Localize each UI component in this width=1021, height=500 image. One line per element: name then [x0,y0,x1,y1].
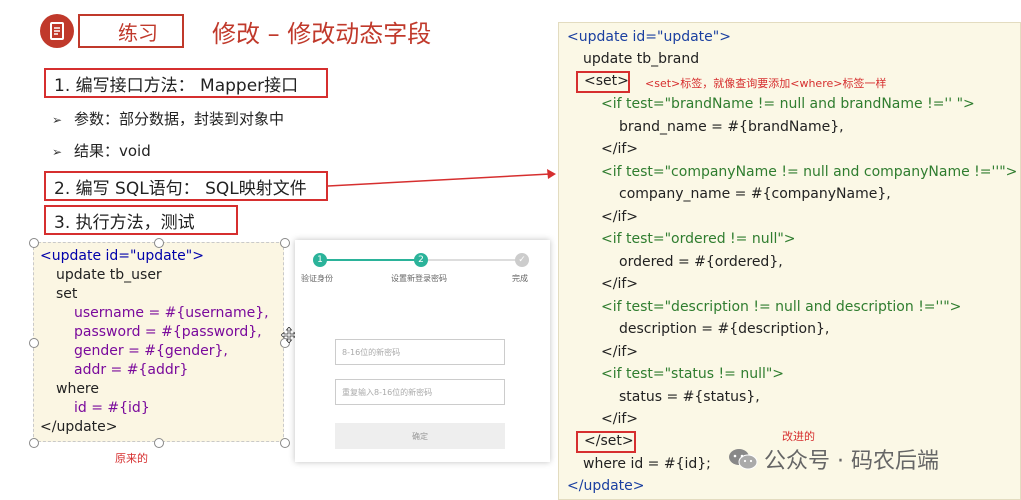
code-line: <if test="status != null"> [601,366,785,382]
code-line: <if test="ordered != null"> [601,231,796,247]
code-line: <set> [584,73,629,89]
code-line: <if test="description != null and descri… [601,299,962,315]
code-line: status = #{status}, [619,389,760,405]
wechat-icon [729,449,758,470]
code-line: </if> [601,209,638,225]
improved-note: 改进的 [782,430,815,443]
right-code-panel: <update id="update"> update tb_brand <se… [558,22,1021,500]
set-note: <set>标签，就像查询要添加<where>标签一样 [645,77,887,90]
watermark: 公众号 · 码农后端 [728,443,939,475]
code-line: ordered = #{ordered}, [619,254,783,270]
code-line: </update> [567,478,645,494]
code-line: <if test="companyName != null and compan… [601,164,1018,180]
code-line: where id = #{id}; [583,456,711,472]
code-line: update tb_brand [583,51,700,67]
code-line: </if> [601,411,638,427]
code-line: <if test="brandName != null and brandNam… [601,96,975,112]
code-line: </if> [601,141,638,157]
code-line: brand_name = #{brandName}, [619,119,844,135]
code-line: </if> [601,344,638,360]
code-line: </if> [601,276,638,292]
code-line: description = #{description}, [619,321,830,337]
code-line: <update id="update"> [567,29,731,45]
code-line: company_name = #{companyName}, [619,186,891,202]
code-line: </set> [584,433,634,449]
watermark-text: 公众号 · 码农后端 [764,449,939,474]
